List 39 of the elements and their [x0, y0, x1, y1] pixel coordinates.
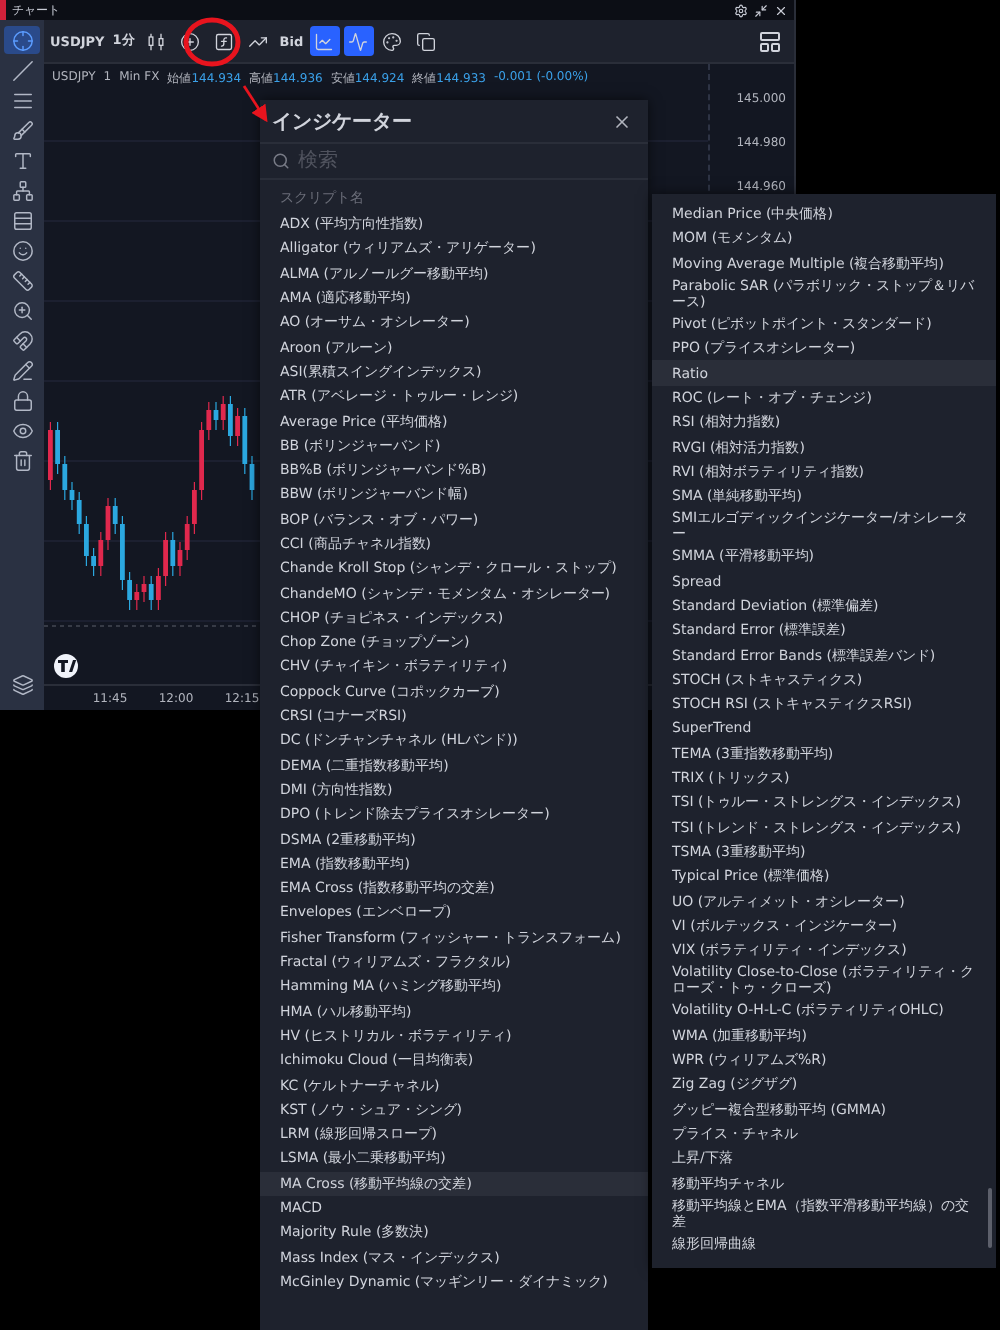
- line-tool-icon: [11, 59, 33, 81]
- pulse-icon: [348, 31, 369, 51]
- close-icon[interactable]: [774, 3, 788, 17]
- ruler-icon: [11, 269, 33, 291]
- rows-icon: [11, 209, 33, 231]
- close-icon: [612, 111, 632, 131]
- lock-icon: [11, 389, 33, 411]
- plus-icon: [180, 31, 201, 51]
- text-tool-icon: [11, 149, 33, 171]
- annotation-arrow: [242, 85, 268, 123]
- palette-icon: [382, 31, 403, 51]
- smiley-icon: [11, 239, 33, 261]
- line-chart-button[interactable]: [309, 26, 340, 56]
- restore-icon[interactable]: [754, 3, 768, 17]
- copy-icon: [416, 31, 437, 51]
- annotation-circle: [183, 17, 241, 67]
- line-chart-icon: [314, 31, 335, 51]
- candlestick-icon: [146, 31, 167, 51]
- layout-icon: [758, 29, 782, 53]
- dialog-title: インジケーター: [272, 109, 412, 135]
- settings-icon[interactable]: [734, 3, 748, 17]
- layers-icon: [11, 673, 33, 695]
- crosshair-tool-button[interactable]: [4, 26, 40, 54]
- pencil-icon: [11, 359, 33, 381]
- function-icon: [214, 31, 235, 51]
- pulse-button[interactable]: [343, 26, 374, 56]
- trend-icon: [248, 31, 269, 51]
- pattern-icon: [11, 179, 33, 201]
- logo-icon: [54, 654, 78, 678]
- magnet-icon: [11, 329, 33, 351]
- close-button[interactable]: [612, 111, 632, 131]
- trash-icon: [11, 449, 33, 471]
- scrollbar[interactable]: [988, 1187, 992, 1248]
- eye-icon: [11, 419, 33, 441]
- crosshair-icon: [11, 29, 33, 51]
- brush-icon: [11, 119, 33, 141]
- zoom-in-icon: [11, 299, 33, 321]
- lines-icon: [11, 89, 33, 111]
- search-icon: [272, 152, 290, 170]
